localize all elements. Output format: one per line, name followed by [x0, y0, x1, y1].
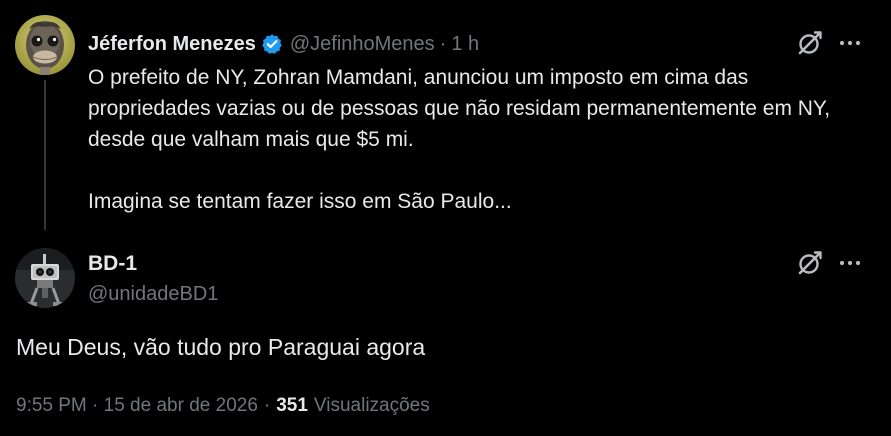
parent-tweet-paragraph: Imagina se tentam fazer isso em São Paul… — [88, 190, 512, 213]
parent-tweet-paragraph: O prefeito de NY, Zohran Mamdani, anunci… — [88, 66, 831, 151]
more-icon[interactable] — [838, 249, 862, 277]
reply-tweet-actions — [796, 249, 862, 277]
more-icon[interactable] — [838, 29, 862, 57]
grok-icon[interactable] — [796, 249, 824, 277]
tweet-metadata: 9:55 PM · 15 de abr de 2026 · 351 Visual… — [16, 395, 430, 417]
parent-tweet-header: Jéferfon Menezes @JefinhoMenes · 1 h — [88, 29, 479, 59]
robot-avatar-image — [15, 248, 75, 308]
parent-avatar[interactable] — [15, 15, 75, 75]
header-separator: · — [439, 32, 447, 55]
reply-author-name[interactable]: BD-1 — [88, 252, 137, 276]
parent-tweet[interactable]: Jéferfon Menezes @JefinhoMenes · 1 h O p… — [0, 0, 891, 232]
verified-badge-icon — [261, 33, 283, 55]
meta-separator: · — [263, 395, 271, 416]
conversation-view: Jéferfon Menezes @JefinhoMenes · 1 h O p… — [0, 0, 891, 436]
parent-author-name[interactable]: Jéferfon Menezes — [88, 33, 256, 56]
thread-connector-line — [44, 80, 46, 230]
parent-tweet-time[interactable]: 1 h — [451, 33, 479, 56]
parent-tweet-actions — [796, 29, 862, 57]
reply-avatar[interactable] — [15, 248, 75, 308]
reply-tweet-text: Meu Deus, vão tudo pro Paraguai agora — [16, 334, 426, 360]
grok-icon[interactable] — [796, 29, 824, 57]
parent-author-handle[interactable]: @JefinhoMenes — [290, 33, 435, 56]
reply-tweet[interactable]: BD-1 @unidadeBD1 Meu Deus, vão tudo pro … — [0, 232, 891, 436]
views-label: Visualizações — [313, 395, 430, 416]
ostrich-avatar-image — [15, 15, 75, 75]
reply-author-handle[interactable]: @unidadeBD1 — [88, 283, 218, 306]
parent-tweet-text: O prefeito de NY, Zohran Mamdani, anunci… — [88, 62, 873, 217]
views-count: 351 — [276, 395, 308, 416]
tweet-timestamp[interactable]: 9:55 PM · 15 de abr de 2026 — [16, 395, 258, 417]
